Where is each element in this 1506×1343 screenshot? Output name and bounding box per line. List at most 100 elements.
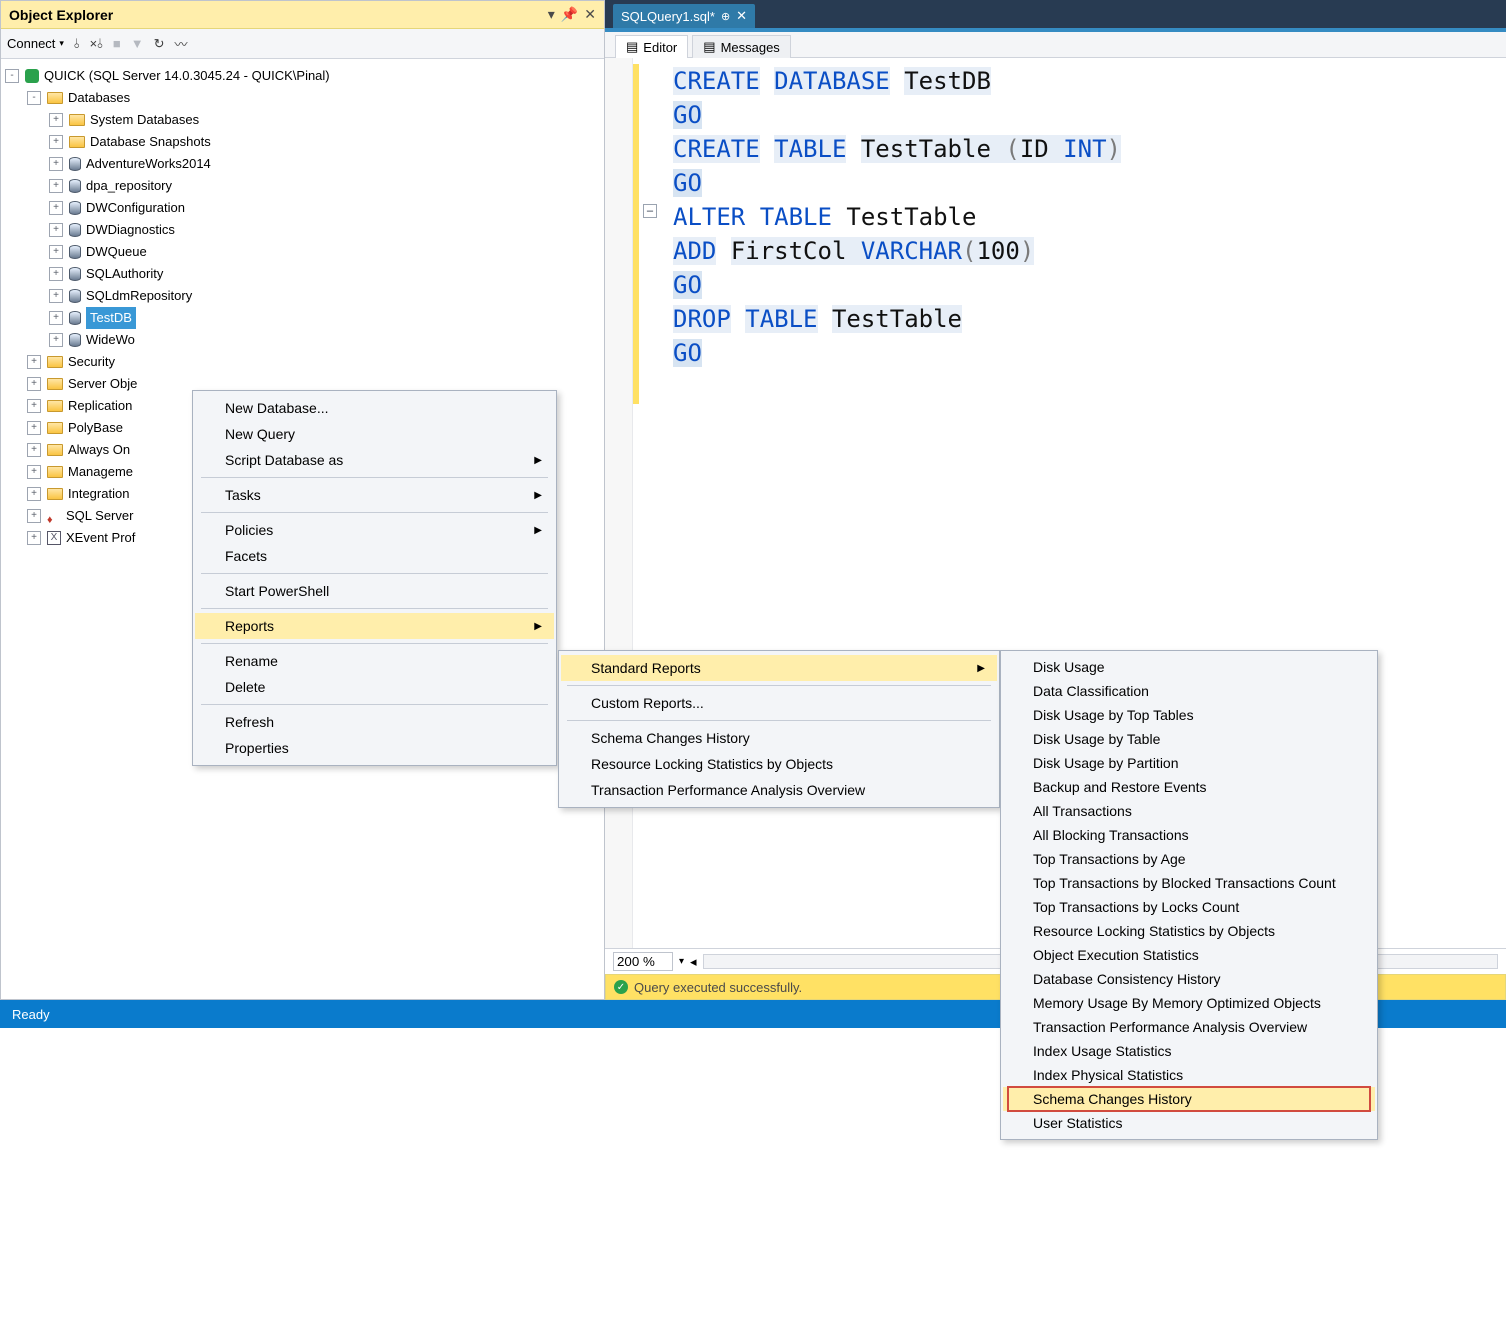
- expand-icon[interactable]: +: [27, 465, 41, 479]
- tree-node[interactable]: -QUICK (SQL Server 14.0.3045.24 - QUICK\…: [5, 65, 600, 87]
- expand-icon[interactable]: +: [27, 399, 41, 413]
- menu-item[interactable]: Standard Reports▶: [561, 655, 997, 681]
- sql-token: TABLE: [745, 305, 817, 333]
- expand-icon[interactable]: +: [49, 333, 63, 347]
- chevron-down-icon[interactable]: ▾: [679, 956, 684, 967]
- expand-icon[interactable]: +: [27, 421, 41, 435]
- menu-item[interactable]: Refresh: [195, 709, 554, 735]
- marker-column: [605, 58, 633, 948]
- tree-node[interactable]: +dpa_repository: [5, 175, 600, 197]
- pin-icon[interactable]: 📌: [561, 6, 578, 23]
- tree-node[interactable]: +DWDiagnostics: [5, 219, 600, 241]
- menu-item[interactable]: Disk Usage by Partition: [1003, 751, 1375, 775]
- document-tab[interactable]: SQLQuery1.sql* ⊕ ✕: [613, 4, 755, 28]
- menu-item[interactable]: Data Classification: [1003, 679, 1375, 703]
- expand-icon[interactable]: +: [27, 377, 41, 391]
- menu-item[interactable]: New Database...: [195, 395, 554, 421]
- expand-icon[interactable]: +: [27, 355, 41, 369]
- expand-icon[interactable]: +: [49, 135, 63, 149]
- menu-item[interactable]: Facets: [195, 543, 554, 569]
- menu-item[interactable]: User Statistics: [1003, 1111, 1375, 1135]
- tree-node[interactable]: +DWConfiguration: [5, 197, 600, 219]
- menu-item[interactable]: Index Physical Statistics: [1003, 1063, 1375, 1087]
- menu-item[interactable]: Database Consistency History: [1003, 967, 1375, 991]
- tree-node[interactable]: +Database Snapshots: [5, 131, 600, 153]
- context-menu-reports[interactable]: Standard Reports▶ Custom Reports... Schema…: [558, 650, 1000, 808]
- expand-icon[interactable]: +: [49, 289, 63, 303]
- context-menu-standard-reports[interactable]: Disk UsageData ClassificationDisk Usage …: [1000, 650, 1378, 1140]
- connect-button[interactable]: Connect ▾: [7, 36, 64, 51]
- disconnect-icon[interactable]: ⫰: [74, 36, 80, 52]
- tree-node[interactable]: +WideWo: [5, 329, 600, 351]
- menu-item[interactable]: Properties: [195, 735, 554, 761]
- menu-item[interactable]: All Transactions: [1003, 799, 1375, 823]
- menu-item[interactable]: Object Execution Statistics: [1003, 943, 1375, 967]
- expand-icon[interactable]: +: [49, 311, 63, 325]
- menu-item[interactable]: New Query: [195, 421, 554, 447]
- context-menu-database[interactable]: New Database...New QueryScript Database …: [192, 390, 557, 766]
- close-icon[interactable]: ✕: [584, 6, 596, 23]
- menu-item[interactable]: Transaction Performance Analysis Overvie…: [1003, 1015, 1375, 1039]
- menu-item[interactable]: Start PowerShell: [195, 578, 554, 604]
- menu-item[interactable]: Disk Usage: [1003, 655, 1375, 679]
- refresh-icon[interactable]: ↻: [154, 36, 165, 52]
- tree-node[interactable]: +SQLdmRepository: [5, 285, 600, 307]
- tree-node[interactable]: +System Databases: [5, 109, 600, 131]
- expand-icon[interactable]: +: [49, 245, 63, 259]
- scroll-left-icon[interactable]: ◂: [690, 954, 697, 970]
- fold-toggle[interactable]: −: [643, 204, 657, 218]
- expand-icon[interactable]: +: [49, 157, 63, 171]
- menu-item[interactable]: Top Transactions by Blocked Transactions…: [1003, 871, 1375, 895]
- dropdown-icon[interactable]: ▾: [548, 6, 555, 23]
- menu-item[interactable]: Backup and Restore Events: [1003, 775, 1375, 799]
- expand-icon[interactable]: +: [27, 443, 41, 457]
- menu-item[interactable]: Custom Reports...: [561, 690, 997, 716]
- menu-item[interactable]: Tasks▶: [195, 482, 554, 508]
- tree-node[interactable]: +TestDB: [5, 307, 600, 329]
- expand-icon[interactable]: +: [27, 509, 41, 523]
- zoom-input[interactable]: [613, 952, 673, 971]
- expand-icon[interactable]: +: [49, 223, 63, 237]
- filter-icon[interactable]: ▼: [131, 36, 144, 51]
- menu-item[interactable]: Disk Usage by Top Tables: [1003, 703, 1375, 727]
- expand-icon[interactable]: +: [49, 113, 63, 127]
- menu-item-label: Disk Usage: [1033, 659, 1105, 675]
- menu-item[interactable]: Schema Changes History: [561, 725, 997, 751]
- menu-item[interactable]: All Blocking Transactions: [1003, 823, 1375, 847]
- tree-node[interactable]: +SQLAuthority: [5, 263, 600, 285]
- menu-item[interactable]: Top Transactions by Locks Count: [1003, 895, 1375, 919]
- tree-node[interactable]: +DWQueue: [5, 241, 600, 263]
- tree-node[interactable]: +AdventureWorks2014: [5, 153, 600, 175]
- menu-item[interactable]: Top Transactions by Age: [1003, 847, 1375, 871]
- menu-item[interactable]: Resource Locking Statistics by Objects: [561, 751, 997, 777]
- stop-icon[interactable]: ■: [113, 36, 121, 51]
- tree-node[interactable]: -Databases: [5, 87, 600, 109]
- menu-item[interactable]: Delete: [195, 674, 554, 700]
- tree-node[interactable]: +Security: [5, 351, 600, 373]
- menu-item-label: Disk Usage by Partition: [1033, 755, 1179, 771]
- menu-item[interactable]: Transaction Performance Analysis Overvie…: [561, 777, 997, 803]
- menu-item[interactable]: Policies▶: [195, 517, 554, 543]
- activity-icon[interactable]: 〰: [175, 34, 188, 53]
- disconnect-all-icon[interactable]: ×⫰: [90, 36, 103, 52]
- menu-item[interactable]: Schema Changes History: [1003, 1087, 1375, 1111]
- expand-icon[interactable]: +: [49, 179, 63, 193]
- menu-item[interactable]: Disk Usage by Table: [1003, 727, 1375, 751]
- expand-icon[interactable]: +: [27, 487, 41, 501]
- close-tab-icon[interactable]: ✕: [736, 8, 747, 24]
- expand-icon[interactable]: +: [27, 531, 41, 545]
- subtab-editor[interactable]: ▤ Editor: [615, 35, 688, 58]
- menu-item[interactable]: Reports▶: [195, 613, 554, 639]
- menu-item[interactable]: Script Database as▶: [195, 447, 554, 473]
- collapse-icon[interactable]: -: [27, 91, 41, 105]
- pin-tab-icon[interactable]: ⊕: [721, 10, 730, 23]
- collapse-icon[interactable]: -: [5, 69, 19, 83]
- menu-item[interactable]: Index Usage Statistics: [1003, 1039, 1375, 1063]
- menu-item[interactable]: Memory Usage By Memory Optimized Objects: [1003, 991, 1375, 1015]
- expand-icon[interactable]: +: [49, 201, 63, 215]
- menu-item[interactable]: Rename: [195, 648, 554, 674]
- menu-item[interactable]: Resource Locking Statistics by Objects: [1003, 919, 1375, 943]
- sql-token: GO: [673, 101, 702, 129]
- expand-icon[interactable]: +: [49, 267, 63, 281]
- subtab-messages[interactable]: ▤ Messages: [692, 35, 791, 58]
